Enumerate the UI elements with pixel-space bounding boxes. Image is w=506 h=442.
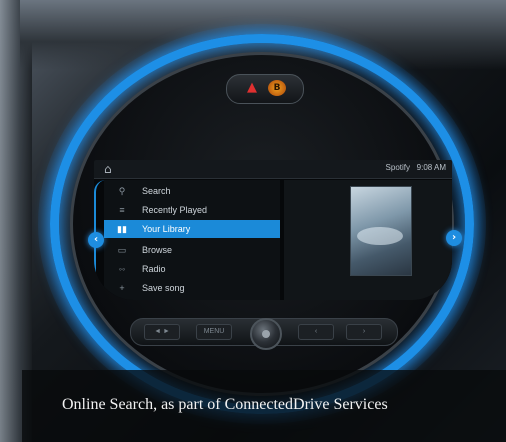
media-source-label: Spotify bbox=[385, 163, 410, 172]
menu-item-label: Search bbox=[142, 186, 171, 196]
menu-item-recently-played[interactable]: ≡ Recently Played bbox=[104, 201, 280, 219]
menu-item-label: Recently Played bbox=[142, 205, 208, 215]
browse-icon: ▭ bbox=[117, 245, 127, 255]
home-icon[interactable]: ⌂ bbox=[104, 162, 112, 176]
hazard-icon[interactable]: ▲ bbox=[242, 80, 262, 96]
photo-caption: Online Search, as part of ConnectedDrive… bbox=[62, 396, 388, 413]
cover-wave bbox=[357, 227, 403, 245]
menu-item-label: Your Library bbox=[142, 224, 191, 234]
menu-item-label: Browse bbox=[142, 245, 173, 255]
seek-button[interactable]: ◄ ► bbox=[144, 324, 180, 340]
menu-item-label: Save song bbox=[142, 283, 185, 293]
spotify-menu: ⚲ Search ≡ Recently Played ▮▮ Your Libra… bbox=[104, 180, 280, 300]
display-screen: ⌂ Spotify 9:08 AM ⚲ Search ≡ Recently Pl… bbox=[94, 160, 452, 300]
hazard-pod bbox=[226, 74, 304, 104]
add-icon: + bbox=[119, 283, 125, 293]
menu-item-search[interactable]: ⚲ Search bbox=[104, 182, 280, 200]
chevron-left-icon[interactable]: ‹ bbox=[88, 232, 104, 248]
recent-icon: ≡ bbox=[119, 205, 125, 215]
radio-icon: ◦◦ bbox=[118, 264, 126, 274]
status-bar: ⌂ Spotify 9:08 AM bbox=[94, 160, 452, 179]
knob-center bbox=[262, 330, 270, 338]
assist-button-icon[interactable]: B bbox=[268, 80, 286, 96]
chevron-right-icon[interactable]: › bbox=[446, 230, 462, 246]
next-button[interactable]: › bbox=[346, 324, 382, 340]
menu-button[interactable]: MENU bbox=[196, 324, 232, 340]
prev-button[interactable]: ‹ bbox=[298, 324, 334, 340]
menu-item-save-song[interactable]: + Save song bbox=[104, 279, 280, 297]
library-icon: ▮▮ bbox=[117, 224, 127, 234]
clock: 9:08 AM bbox=[416, 163, 446, 172]
menu-item-your-library[interactable]: ▮▮ Your Library bbox=[104, 220, 280, 238]
infotainment-photo: ▲ B ⌂ Spotify 9:08 AM ⚲ Search ≡ Recentl… bbox=[0, 0, 506, 442]
menu-item-browse[interactable]: ▭ Browse bbox=[104, 241, 280, 259]
search-icon: ⚲ bbox=[118, 186, 126, 196]
menu-item-label: Radio bbox=[142, 264, 166, 274]
album-cover bbox=[350, 186, 412, 276]
menu-item-radio[interactable]: ◦◦ Radio bbox=[104, 260, 280, 278]
